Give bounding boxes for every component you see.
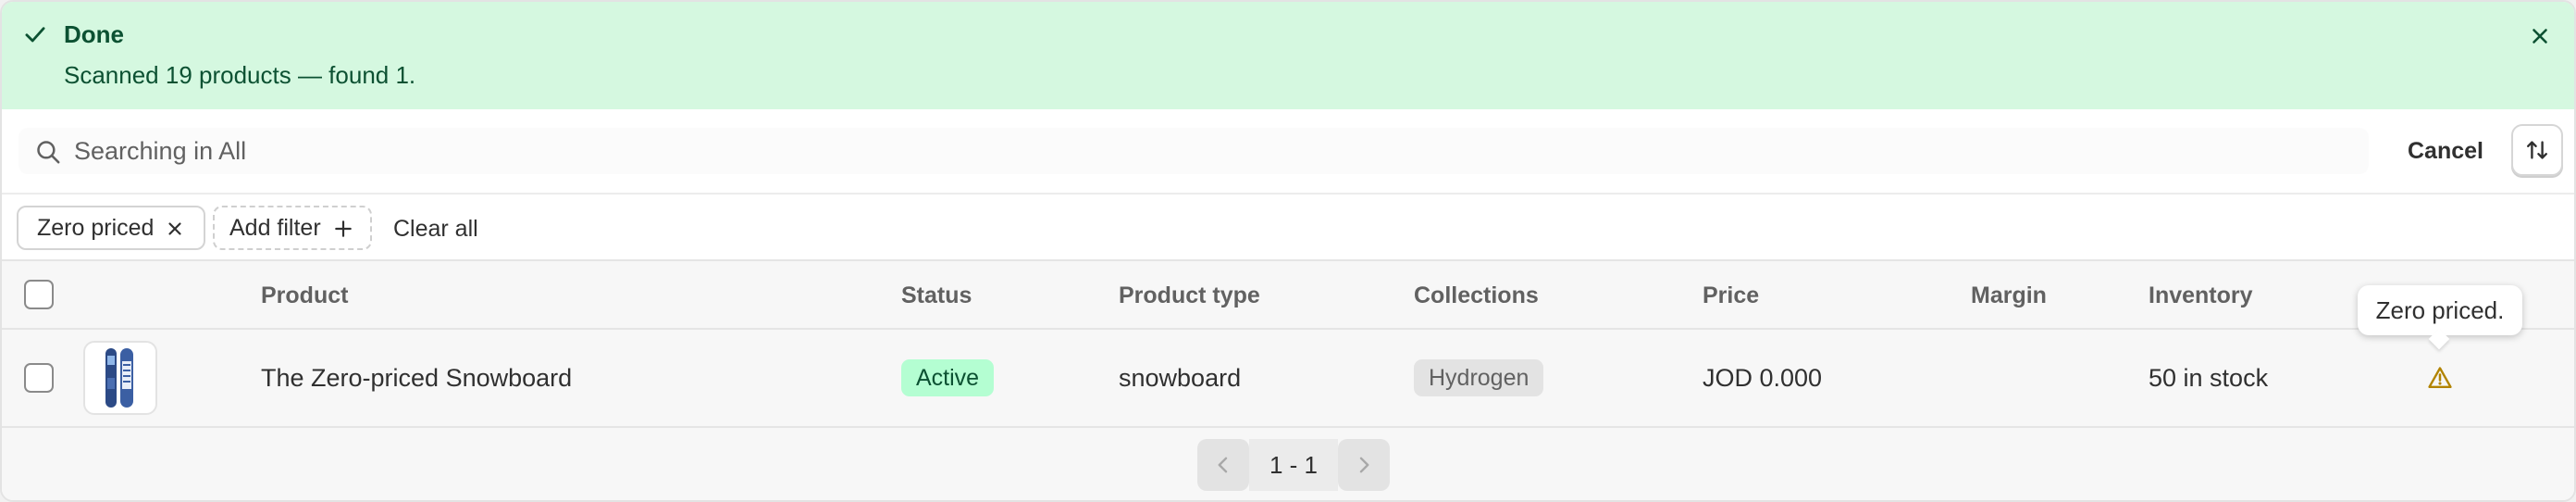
column-price[interactable]: Price xyxy=(1703,282,1759,309)
row-checkbox[interactable] xyxy=(24,363,54,393)
tooltip-text: Zero priced. xyxy=(2375,296,2505,324)
search-input[interactable] xyxy=(74,133,1925,169)
success-banner: Done Scanned 19 products — found 1. xyxy=(2,2,2574,109)
chevron-right-icon xyxy=(1359,457,1369,473)
select-all-checkbox[interactable] xyxy=(24,280,54,309)
filter-bar: Zero priced Add filter Clear all xyxy=(2,193,2574,259)
inventory-cell: 50 in stock xyxy=(2149,364,2269,392)
banner-title: Done xyxy=(64,20,124,48)
product-type-cell: snowboard xyxy=(1119,364,1242,392)
column-collections[interactable]: Collections xyxy=(1414,282,1539,309)
column-inventory[interactable]: Inventory xyxy=(2149,282,2253,309)
snowboard-image xyxy=(105,348,133,408)
banner-message: Scanned 19 products — found 1. xyxy=(64,61,416,89)
add-filter-label: Add filter xyxy=(229,215,321,241)
table-header: Product Status Product type Collections … xyxy=(2,259,2574,330)
column-status[interactable]: Status xyxy=(901,282,972,309)
table-row[interactable]: The Zero-priced Snowboard Active snowboa… xyxy=(2,330,2574,428)
products-panel: Done Scanned 19 products — found 1. Canc… xyxy=(0,0,2576,502)
add-filter-button[interactable]: Add filter xyxy=(213,206,372,250)
column-product[interactable]: Product xyxy=(261,282,348,309)
product-thumbnail xyxy=(83,341,157,415)
warning-tooltip: Zero priced. xyxy=(2358,285,2522,350)
filter-chip-label: Zero priced xyxy=(37,215,155,241)
checkmark-icon xyxy=(25,27,45,43)
column-margin[interactable]: Margin xyxy=(1971,282,2047,309)
chevron-left-icon xyxy=(1218,457,1228,473)
status-badge: Active xyxy=(901,359,995,396)
filter-chip-zero-priced[interactable]: Zero priced xyxy=(17,206,205,250)
warning-icon[interactable] xyxy=(2426,365,2454,391)
next-page-button[interactable] xyxy=(1338,439,1390,491)
cancel-button[interactable]: Cancel xyxy=(2408,135,2483,167)
remove-filter-icon[interactable] xyxy=(165,219,185,239)
plus-icon xyxy=(335,220,352,237)
previous-page-button[interactable] xyxy=(1197,439,1249,491)
collection-badge: Hydrogen xyxy=(1414,359,1544,396)
product-name[interactable]: The Zero-priced Snowboard xyxy=(261,363,572,393)
page-label: 1 - 1 xyxy=(1249,439,1338,491)
close-icon[interactable] xyxy=(2528,24,2552,48)
clear-all-button[interactable]: Clear all xyxy=(393,215,478,243)
price-cell: JOD 0.000 xyxy=(1703,364,1823,392)
search-icon xyxy=(37,141,60,164)
sort-icon xyxy=(2527,141,2547,159)
search-field[interactable] xyxy=(19,128,2369,174)
pagination: 1 - 1 xyxy=(2,428,2574,500)
sort-button[interactable] xyxy=(2511,124,2563,176)
search-bar: Cancel xyxy=(2,109,2574,193)
column-product-type[interactable]: Product type xyxy=(1119,282,1260,309)
